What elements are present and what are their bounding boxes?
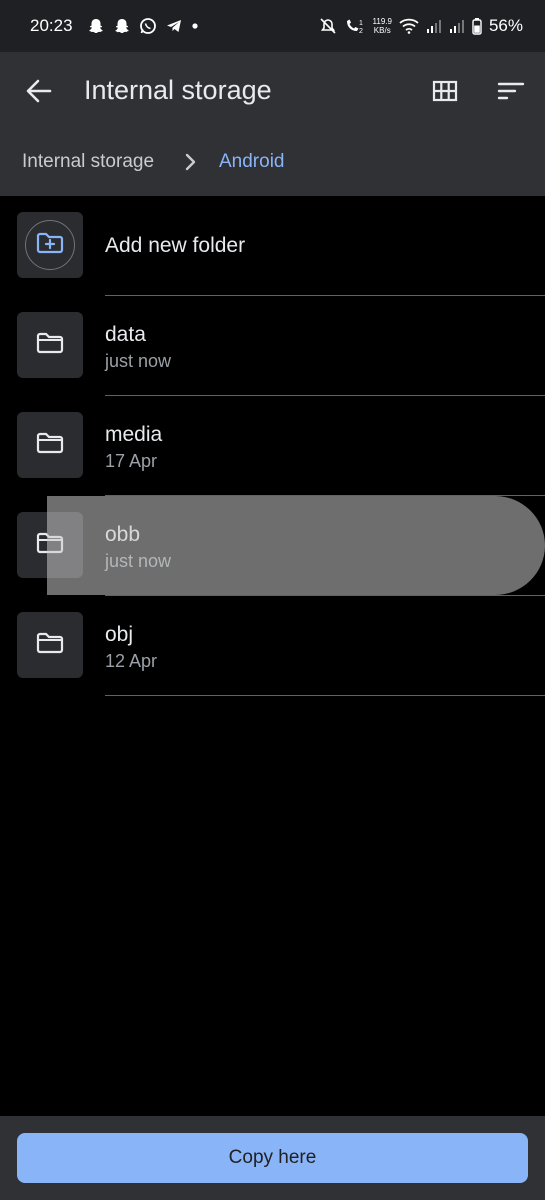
- folder-icon-box: [17, 312, 83, 378]
- breadcrumb-current[interactable]: Android: [219, 151, 285, 173]
- network-speed: 119.9 KB/s: [373, 17, 392, 35]
- folder-date: 12 Apr: [105, 651, 158, 671]
- create-new-folder-icon: [36, 231, 64, 260]
- network-speed-value: 119.9: [372, 17, 392, 26]
- svg-text:1: 1: [359, 20, 363, 27]
- folder-name: obb: [105, 523, 141, 546]
- breadcrumb: Internal storage Android: [0, 130, 545, 196]
- folder-name: data: [105, 323, 146, 346]
- copy-here-button[interactable]: Copy here: [17, 1133, 528, 1183]
- bottom-bar: Copy here: [0, 1116, 545, 1200]
- back-button[interactable]: [22, 75, 56, 107]
- mute-icon: [319, 17, 337, 35]
- folder-name: media: [105, 423, 163, 446]
- snapchat-icon: [87, 17, 105, 35]
- add-new-folder-row[interactable]: Add new folder: [0, 196, 545, 296]
- sort-button[interactable]: [496, 78, 526, 104]
- folder-icon: [36, 631, 64, 660]
- folder-row-media[interactable]: media 17 Apr: [0, 396, 545, 496]
- whatsapp-icon: [139, 17, 157, 35]
- folder-icon: [36, 431, 64, 460]
- volte-icon: 12: [344, 17, 366, 35]
- battery-icon: [472, 17, 482, 35]
- folder-date: 17 Apr: [105, 451, 158, 471]
- grid-view-icon: [430, 80, 460, 108]
- dot-icon: [191, 17, 199, 35]
- page-title: Internal storage: [84, 75, 272, 105]
- breadcrumb-root[interactable]: Internal storage: [22, 151, 154, 173]
- grid-view-button[interactable]: [430, 78, 460, 104]
- app-bar: Internal storage: [0, 52, 545, 130]
- folder-date: just now: [105, 551, 172, 571]
- folder-row-obj[interactable]: obj 12 Apr: [0, 596, 545, 696]
- folder-date: just now: [105, 351, 172, 371]
- folder-icon-box: [17, 512, 83, 578]
- status-time: 20:23: [30, 16, 73, 35]
- add-folder-icon-box: [17, 212, 83, 278]
- divider: [105, 695, 545, 696]
- signal-icon: [426, 17, 442, 35]
- chevron-right-icon: [183, 150, 199, 174]
- add-new-folder-label: Add new folder: [105, 234, 246, 257]
- folder-icon: [36, 531, 64, 560]
- folder-row-data[interactable]: data just now: [0, 296, 545, 396]
- folder-icon: [36, 331, 64, 360]
- folder-icon-box: [17, 612, 83, 678]
- add-folder-circle: [25, 220, 75, 270]
- arrow-back-icon: [22, 79, 56, 111]
- status-bar: 20:23 12 119.9 KB/s 56%: [0, 0, 545, 52]
- svg-text:2: 2: [359, 28, 363, 35]
- signal-icon: [449, 17, 465, 35]
- folder-row-obb[interactable]: obb just now: [0, 496, 545, 596]
- network-speed-unit: KB/s: [373, 26, 391, 35]
- sort-icon: [496, 82, 526, 108]
- folder-name: obj: [105, 623, 134, 646]
- battery-level: 56%: [488, 16, 523, 35]
- wifi-icon: [399, 17, 419, 35]
- folder-icon-box: [17, 412, 83, 478]
- telegram-icon: [165, 17, 183, 35]
- snapchat-icon: [113, 17, 131, 35]
